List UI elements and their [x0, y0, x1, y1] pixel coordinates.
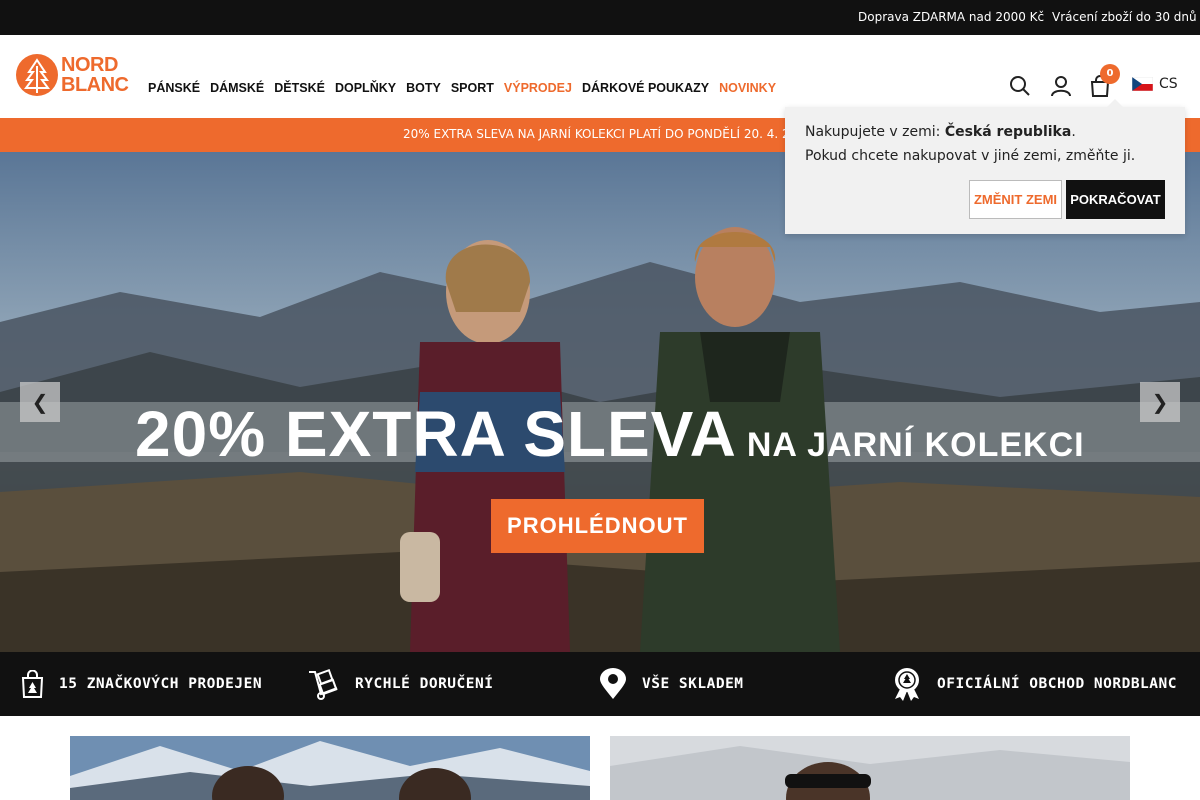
nav-damske[interactable]: DÁMSKÉ [210, 81, 264, 95]
language-selector[interactable]: CS [1132, 76, 1178, 92]
czech-flag-icon [1132, 77, 1153, 91]
hero-headline-big: 20% EXTRA SLEVA [135, 398, 737, 470]
hero-headline-small: NA JARNÍ KOLEKCI [746, 426, 1085, 464]
benefit-stores: 15 ZNAČKOVÝCH PRODEJEN [20, 652, 262, 716]
slider-next-button[interactable]: ❯ [1140, 382, 1180, 422]
hand-truck-icon [309, 668, 338, 700]
popup-change-hint: Pokud chcete nakupovat v jiné zemi, změň… [805, 148, 1136, 164]
nav-panske[interactable]: PÁNSKÉ [148, 81, 200, 95]
benefit-official-label: OFICIÁLNÍ OBCHOD NORDBLANC [937, 676, 1177, 692]
nav-sport[interactable]: SPORT [451, 81, 494, 95]
nav-doplnky[interactable]: DOPLŇKY [335, 81, 396, 95]
country-popup: Nakupujete v zemi: Česká republika. Poku… [785, 99, 1185, 234]
category-tile-left[interactable] [70, 736, 590, 800]
slider-prev-button[interactable]: ❮ [20, 382, 60, 422]
benefit-delivery: RYCHLÉ DORUČENÍ [307, 652, 493, 716]
popup-country-line: Nakupujete v zemi: Česká republika. [805, 124, 1076, 140]
top-info-bar: Doprava ZDARMA nad 2000 Kč Vrácení zboží… [0, 0, 1200, 35]
nav-detske[interactable]: DĚTSKÉ [274, 81, 325, 95]
change-country-button[interactable]: ZMĚNIT ZEMI [969, 180, 1062, 219]
category-tile-left-image [70, 736, 590, 800]
user-account-icon[interactable] [1050, 75, 1072, 97]
category-tile-right-image [610, 736, 1130, 800]
search-icon[interactable] [1009, 75, 1031, 97]
benefit-delivery-label: RYCHLÉ DORUČENÍ [355, 676, 494, 692]
continue-button[interactable]: POKRAČOVAT [1066, 180, 1165, 219]
benefits-bar: 15 ZNAČKOVÝCH PRODEJEN RYCHLÉ DORUČENÍ V… [0, 652, 1200, 716]
award-badge-icon [895, 668, 919, 701]
nav-novinky[interactable]: NOVINKY [719, 81, 776, 95]
logo-word-blanc: BLANC [61, 74, 129, 96]
benefit-stock: VŠE SKLADEM [598, 652, 744, 716]
nav-boty[interactable]: BOTY [406, 81, 441, 95]
nav-darkove-poukazy[interactable]: DÁRKOVÉ POUKAZY [582, 81, 709, 95]
logo-wordmark: NORD BLANC [61, 55, 129, 95]
main-nav: PÁNSKÉ DÁMSKÉ DĚTSKÉ DOPLŇKY BOTY SPORT … [148, 81, 776, 95]
nordblanc-logo[interactable]: NORD BLANC [15, 53, 140, 101]
location-pin-icon [600, 668, 626, 699]
popup-suffix: . [1071, 124, 1076, 140]
language-code: CS [1159, 76, 1178, 92]
popup-country: Česká republika [944, 124, 1072, 140]
promo-text: 20% EXTRA SLEVA NA JARNÍ KOLEKCI PLATÍ D… [403, 127, 798, 141]
category-tile-right[interactable] [610, 736, 1130, 800]
site-header: NORD BLANC PÁNSKÉ DÁMSKÉ DĚTSKÉ DOPLŇKY … [0, 35, 1200, 118]
tree-logo-icon [16, 54, 58, 96]
browse-button[interactable]: PROHLÉDNOUT [491, 499, 704, 553]
popup-prefix: Nakupujete v zemi: [805, 124, 945, 140]
hero-headline: 20% EXTRA SLEVA NA JARNÍ KOLEKCI [135, 397, 1085, 471]
returns-text: Vrácení zboží do 30 dnů [1052, 10, 1197, 24]
cart-count-badge: 0 [1100, 64, 1120, 84]
benefit-official: OFICIÁLNÍ OBCHOD NORDBLANC [891, 652, 1177, 716]
free-shipping-text: Doprava ZDARMA nad 2000 Kč [858, 10, 1045, 24]
benefit-stores-label: 15 ZNAČKOVÝCH PRODEJEN [59, 676, 263, 692]
shopping-bag-icon [21, 670, 44, 698]
nav-vyprodej[interactable]: VÝPRODEJ [504, 81, 572, 95]
logo-word-nord: NORD [61, 54, 118, 76]
benefit-stock-label: VŠE SKLADEM [642, 676, 744, 692]
